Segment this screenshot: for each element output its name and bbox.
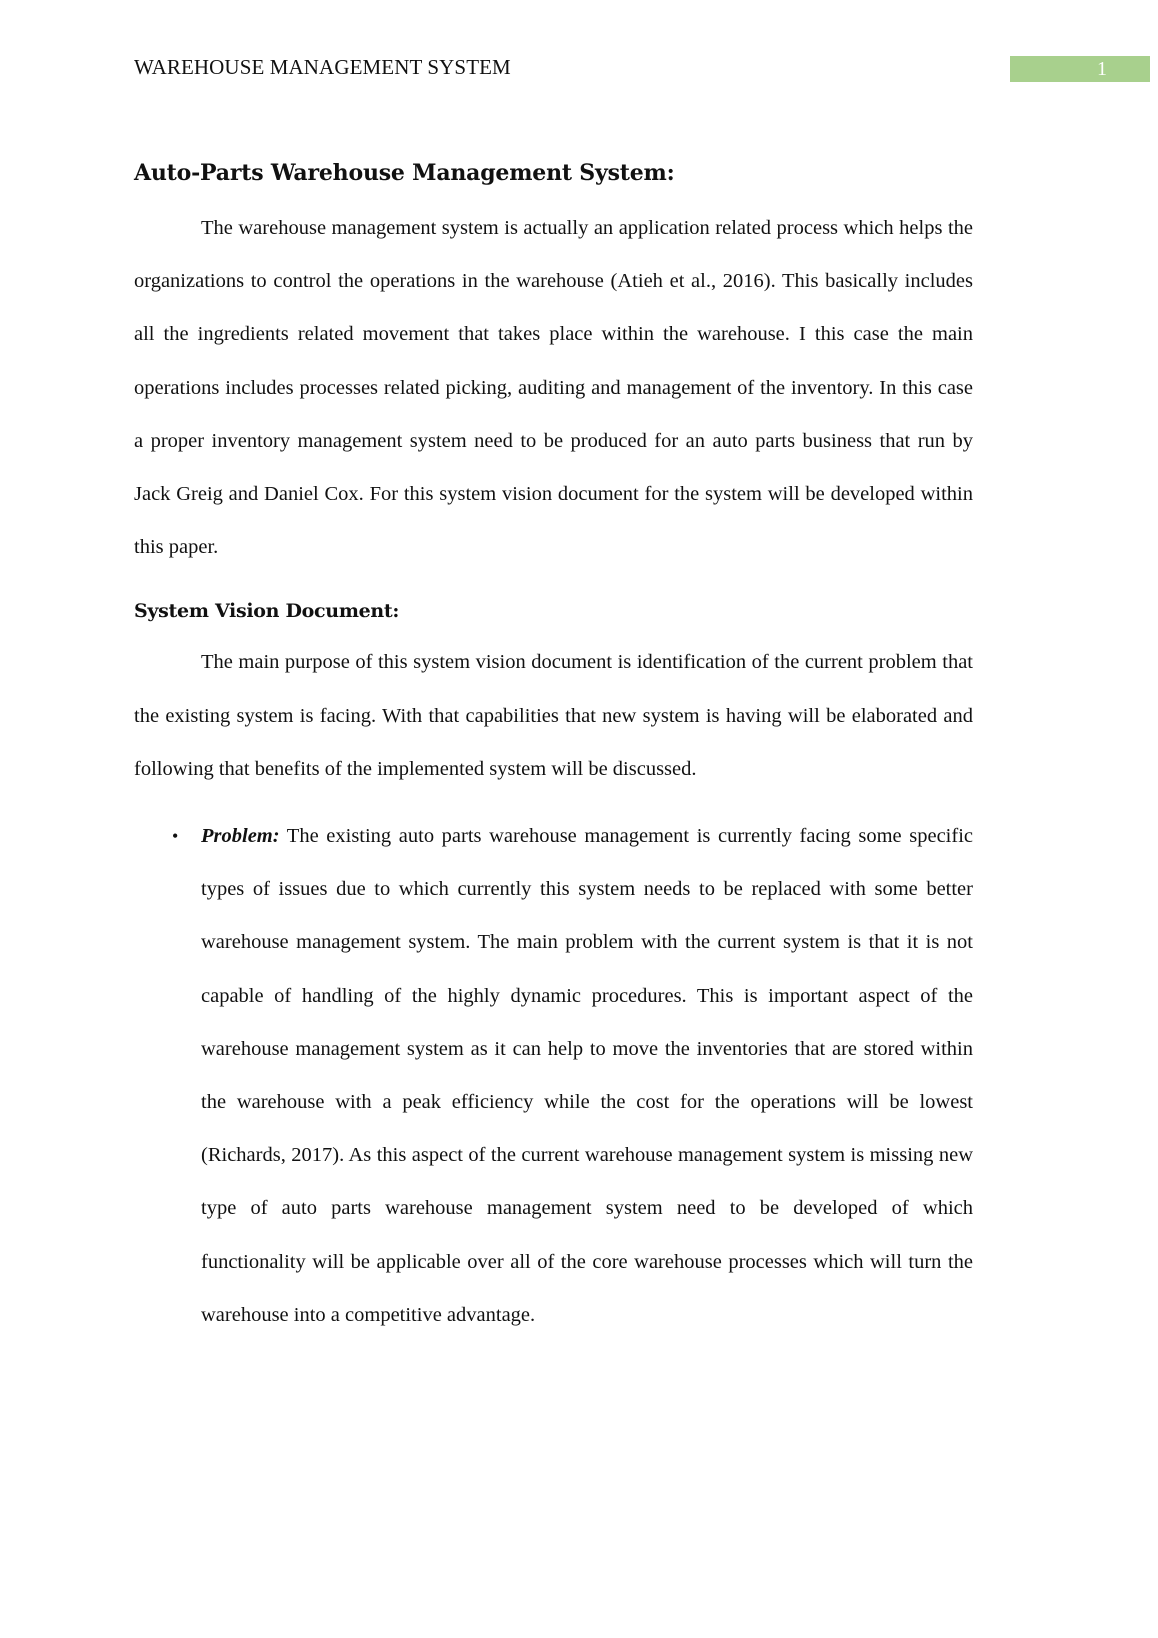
bullet-icon: • bbox=[172, 826, 179, 847]
bullet-text: The existing auto parts warehouse manage… bbox=[201, 825, 973, 1326]
document-body: Auto-Parts Warehouse Management System: … bbox=[134, 150, 973, 1342]
bullet-label: Problem: bbox=[201, 825, 280, 848]
page-number: 1 bbox=[1097, 58, 1107, 80]
bullet-item-problem: • Problem: The existing auto parts wareho… bbox=[134, 810, 973, 1342]
page-number-box: 1 bbox=[1010, 56, 1150, 82]
section-paragraph: The main purpose of this system vision d… bbox=[134, 651, 973, 780]
running-head: WAREHOUSE MANAGEMENT SYSTEM bbox=[134, 55, 511, 79]
bullet-list: • Problem: The existing auto parts wareho… bbox=[134, 810, 973, 1342]
section-heading: System Vision Document: bbox=[134, 600, 400, 623]
document-title: Auto-Parts Warehouse Management System: bbox=[134, 160, 675, 186]
intro-paragraph: The warehouse management system is actua… bbox=[134, 217, 973, 559]
